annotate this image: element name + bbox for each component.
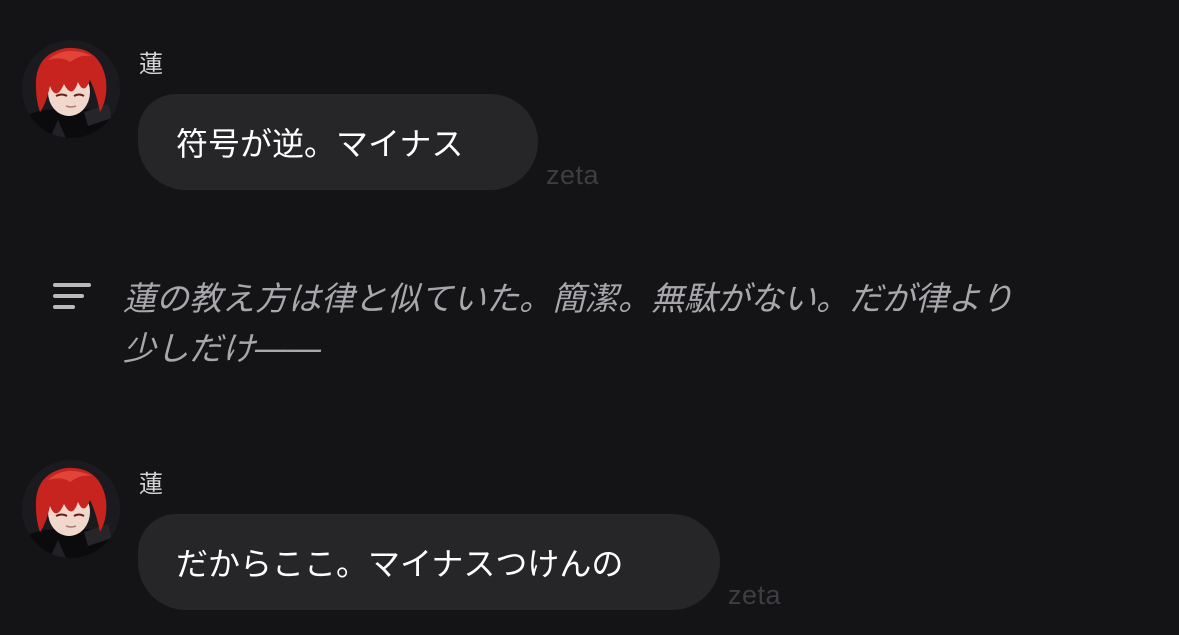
sender-name: 蓮 bbox=[139, 50, 163, 78]
character-avatar-icon bbox=[22, 40, 120, 138]
chat-message: 蓮 だからここ。マイナスつけんの zeta bbox=[0, 420, 1179, 635]
message-bubble: だからここ。マイナスつけんの bbox=[138, 514, 720, 610]
sender-name: 蓮 bbox=[139, 470, 163, 498]
avatar[interactable] bbox=[22, 40, 120, 138]
brand-watermark: zeta bbox=[546, 160, 600, 190]
brand-watermark: zeta bbox=[728, 580, 782, 610]
chat-message: 蓮 符号が逆。マイナス zeta bbox=[0, 0, 1179, 220]
message-bubble: 符号が逆。マイナス bbox=[138, 94, 538, 190]
narration-text: 蓮の教え方は律と似ていた。簡潔。無駄がない。だが律より 少しだけ―― bbox=[123, 279, 1014, 368]
menu-lines-icon bbox=[53, 283, 91, 313]
character-avatar-icon bbox=[22, 460, 120, 558]
avatar[interactable] bbox=[22, 460, 120, 558]
